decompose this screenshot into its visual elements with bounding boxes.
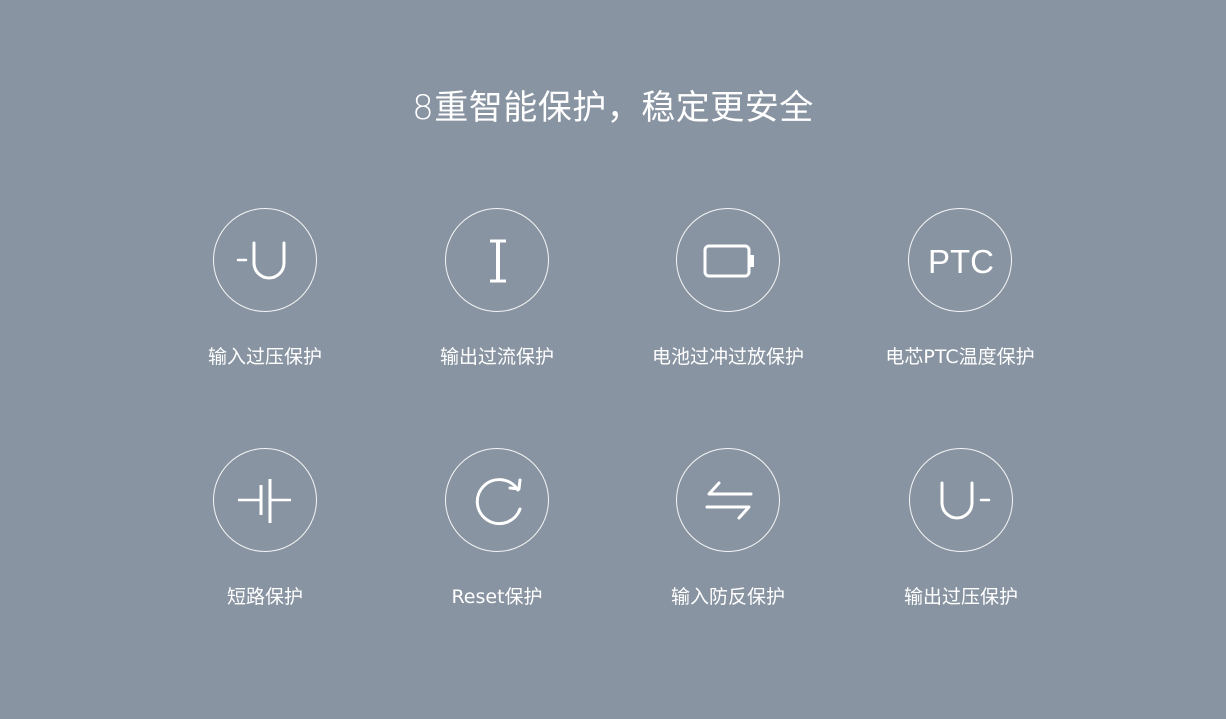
feature-icon-circle bbox=[676, 448, 780, 552]
feature-label: 输入过压保护 bbox=[207, 346, 322, 368]
feature-short-circuit: 短路保护 bbox=[156, 448, 376, 618]
feature-icon-circle: PTC bbox=[908, 208, 1012, 312]
feature-icon-circle bbox=[909, 448, 1013, 552]
output-overvoltage-icon bbox=[940, 481, 991, 520]
feature-reset: Reset保护 bbox=[388, 448, 608, 618]
feature-label: 输出过压保护 bbox=[903, 586, 1018, 608]
feature-output-overcurrent: 输出过流保护 bbox=[388, 208, 608, 378]
page-title: 8重智能保护，稳定更安全 bbox=[412, 88, 814, 128]
short-circuit-icon bbox=[238, 479, 291, 523]
feature-label: 短路保护 bbox=[226, 586, 303, 608]
battery-icon bbox=[703, 244, 754, 278]
feature-output-overvoltage: 输出过压保护 bbox=[852, 448, 1072, 618]
input-overvoltage-icon bbox=[236, 241, 286, 280]
output-overcurrent-icon bbox=[490, 239, 506, 283]
protection-features-page: 8重智能保护，稳定更安全 输入过压保护 输出过流保护 电池过冲过放保护 PTC … bbox=[0, 0, 1226, 719]
ptc-icon-text: PTC bbox=[928, 243, 994, 280]
feature-label: 输出过流保护 bbox=[439, 346, 554, 368]
ptc-icon: PTC bbox=[928, 243, 994, 280]
feature-icon-circle bbox=[213, 448, 317, 552]
feature-battery: 电池过冲过放保护 bbox=[619, 208, 839, 378]
feature-icon-circle bbox=[213, 208, 317, 312]
feature-icon-circle bbox=[445, 208, 549, 312]
feature-reverse-protection: 输入防反保护 bbox=[619, 448, 839, 618]
feature-label: Reset保护 bbox=[451, 586, 543, 608]
feature-ptc: PTC 电芯PTC温度保护 bbox=[851, 208, 1071, 378]
feature-icon-circle bbox=[445, 448, 549, 552]
feature-label: 电池过冲过放保护 bbox=[651, 346, 804, 368]
feature-label: 电芯PTC温度保护 bbox=[885, 346, 1035, 368]
feature-label: 输入防反保护 bbox=[670, 586, 785, 608]
reverse-arrows-icon bbox=[705, 481, 753, 520]
reset-icon bbox=[475, 478, 522, 526]
feature-icon-circle bbox=[676, 208, 780, 312]
feature-input-overvoltage: 输入过压保护 bbox=[156, 208, 376, 378]
